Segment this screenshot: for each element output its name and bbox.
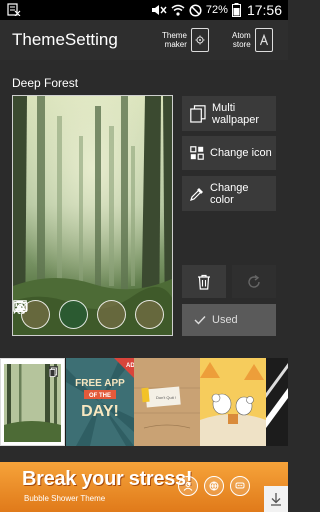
change-icon-button[interactable]: Change icon	[182, 136, 276, 170]
gallery-icon[interactable]	[13, 300, 89, 329]
notification-icon	[7, 3, 21, 16]
multi-wallpaper-button[interactable]: Multi wallpaper	[182, 96, 276, 131]
day-text: DAY!	[81, 403, 119, 420]
contacts-icon[interactable]	[13, 300, 164, 329]
dont-quit-note: Don't Quit !	[156, 395, 176, 400]
mute-icon	[151, 5, 167, 15]
free-app-text: FREE APP	[75, 378, 125, 389]
status-bar: 72% 17:56	[0, 0, 288, 20]
change-color-button[interactable]: Change color	[182, 176, 276, 211]
thumbnail-deep-forest[interactable]	[0, 358, 65, 446]
ad-badge: AD	[126, 363, 134, 369]
ad-user-icon	[178, 476, 198, 496]
settings-icon[interactable]	[14, 300, 126, 329]
ad-globe-icon	[204, 476, 224, 496]
theme-name: Deep Forest	[12, 76, 79, 90]
theme-preview[interactable]	[12, 95, 173, 336]
refresh-icon	[248, 274, 260, 288]
battery-percent: 72%	[205, 4, 228, 16]
delete-button[interactable]	[182, 265, 226, 298]
do-not-disturb-icon	[189, 3, 202, 17]
clock: 17:56	[246, 2, 282, 18]
atom-store-icon	[254, 28, 273, 52]
thumbnail-partial[interactable]	[266, 358, 288, 446]
battery-icon	[231, 3, 241, 17]
theme-thumbnail-strip: AD FREE APP OF THE DAY! Don't Quit !	[0, 358, 288, 446]
wifi-icon	[171, 4, 185, 16]
reset-button[interactable]	[232, 265, 276, 298]
check-icon	[194, 316, 206, 325]
ad-subtitle: Bubble Shower Theme	[24, 494, 106, 503]
theme-maker-icon	[190, 28, 209, 52]
ad-title: Break your stress!	[22, 468, 193, 490]
theme-maker-button[interactable]: Theme maker	[162, 25, 209, 55]
atom-store-button[interactable]: Atom store	[232, 25, 273, 55]
app-bar: ThemeSetting Theme maker Atom store	[0, 20, 288, 60]
download-icon[interactable]	[264, 486, 288, 512]
multi-wallpaper-icon	[190, 104, 206, 123]
trash-icon	[198, 274, 210, 290]
preview-dock	[13, 300, 172, 329]
ad-banner[interactable]: Break your stress! Bubble Shower Theme	[0, 462, 288, 512]
of-the-text: OF THE	[89, 393, 111, 399]
eyedropper-icon	[190, 187, 203, 201]
used-button[interactable]: Used	[182, 304, 276, 336]
thumbnail-moomin[interactable]	[200, 358, 266, 446]
thumbnail-dont-quit[interactable]: Don't Quit !	[134, 358, 200, 446]
grid-icon	[190, 146, 204, 160]
ad-chat-icon	[230, 476, 250, 496]
app-title: ThemeSetting	[12, 30, 118, 49]
thumbnail-free-app-of-the-day[interactable]: AD FREE APP OF THE DAY!	[66, 358, 134, 446]
